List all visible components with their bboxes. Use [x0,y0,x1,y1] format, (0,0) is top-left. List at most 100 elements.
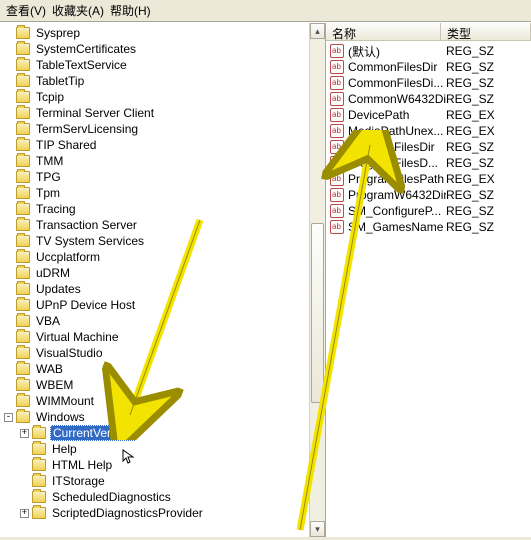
tree-item[interactable]: TPG [4,169,325,185]
value-list-panel: 名称 类型 (默认)REG_SZCommonFilesDirREG_SZComm… [326,23,531,537]
value-row[interactable]: (默认)REG_SZ [326,43,531,59]
string-value-icon [330,220,344,234]
tree-item[interactable]: SystemCertificates [4,41,325,57]
folder-icon [32,491,46,503]
folder-icon [32,427,46,439]
expand-placeholder [4,237,13,246]
tree-item[interactable]: WBEM [4,377,325,393]
value-type: REG_SZ [446,44,494,58]
value-name: ProgramFilesD... [348,156,446,170]
tree-item[interactable]: VBA [4,313,325,329]
value-type: REG_SZ [446,92,494,106]
value-row[interactable]: DevicePathREG_EX [326,107,531,123]
folder-icon [16,379,30,391]
tree-item[interactable]: Help [4,441,325,457]
collapse-icon[interactable]: - [4,413,13,422]
tree-scrollbar[interactable]: ▴ ▾ [309,23,325,537]
tree-item[interactable]: TableTextService [4,57,325,73]
expand-placeholder [4,349,13,358]
tree-item[interactable]: ScheduledDiagnostics [4,489,325,505]
expand-placeholder [4,93,13,102]
value-row[interactable]: CommonFilesDirREG_SZ [326,59,531,75]
value-row[interactable]: ProgramFilesPathREG_EX [326,171,531,187]
scroll-up-button[interactable]: ▴ [310,23,325,39]
tree-item[interactable]: + CurrentVersion [4,425,325,441]
value-row[interactable]: SM_GamesNameREG_SZ [326,219,531,235]
tree-item[interactable]: Updates [4,281,325,297]
expand-placeholder [4,157,13,166]
tree-item-label: TIP Shared [34,137,98,153]
value-row[interactable]: CommonW6432DirREG_SZ [326,91,531,107]
value-type: REG_SZ [446,220,494,234]
tree-item[interactable]: +ScriptedDiagnosticsProvider [4,505,325,521]
expand-placeholder [4,45,13,54]
expand-placeholder [4,109,13,118]
tree-item[interactable]: TV System Services [4,233,325,249]
tree-item[interactable]: ITStorage [4,473,325,489]
expand-icon[interactable]: + [20,509,29,518]
tree-item[interactable]: Sysprep [4,25,325,41]
value-row[interactable]: ProgramFilesD...REG_SZ [326,155,531,171]
folder-icon [16,411,30,423]
value-type: REG_EX [446,108,495,122]
content-area: SysprepSystemCertificatesTableTextServic… [0,22,531,537]
expand-placeholder [4,125,13,134]
expand-placeholder [4,301,13,310]
column-type[interactable]: 类型 [441,23,531,40]
tree-item[interactable]: TMM [4,153,325,169]
value-type: REG_SZ [446,60,494,74]
tree-item[interactable]: WIMMount [4,393,325,409]
menu-view[interactable]: 查看(V) [6,2,46,19]
tree-item[interactable]: WAB [4,361,325,377]
scroll-down-button[interactable]: ▾ [310,521,325,537]
tree-item-label: Tcpip [34,89,66,105]
tree-item-label: Virtual Machine [34,329,121,345]
folder-icon [16,299,30,311]
value-row[interactable]: MediaPathUnex...REG_EX [326,123,531,139]
expand-placeholder [4,317,13,326]
tree-item[interactable]: -Windows [4,409,325,425]
tree-item[interactable]: TermServLicensing [4,121,325,137]
tree-item[interactable]: TIP Shared [4,137,325,153]
tree-item-label: TableTextService [34,57,129,73]
menu-help[interactable]: 帮助(H) [110,2,151,19]
value-type: REG_SZ [446,140,494,154]
tree-item[interactable]: VisualStudio [4,345,325,361]
tree-item[interactable]: Tcpip [4,89,325,105]
folder-icon [16,251,30,263]
value-row[interactable]: ProgramFilesDirREG_SZ [326,139,531,155]
tree-item[interactable]: Terminal Server Client [4,105,325,121]
tree-item[interactable]: Tracing [4,201,325,217]
expand-icon[interactable]: + [20,429,29,438]
value-row[interactable]: CommonFilesDi...REG_SZ [326,75,531,91]
list-header[interactable]: 名称 类型 [326,23,531,41]
menu-favorites[interactable]: 收藏夹(A) [52,2,104,19]
expand-placeholder [4,205,13,214]
scroll-thumb[interactable] [311,223,324,403]
tree-item[interactable]: Virtual Machine [4,329,325,345]
value-row[interactable]: ProgramW6432DirREG_SZ [326,187,531,203]
value-list[interactable]: (默认)REG_SZCommonFilesDirREG_SZCommonFile… [326,41,531,237]
menu-bar: 查看(V) 收藏夹(A) 帮助(H) [0,0,531,22]
value-type: REG_EX [446,172,495,186]
tree-item-label: TPG [34,169,63,185]
tree-item[interactable]: TabletTip [4,73,325,89]
string-value-icon [330,204,344,218]
expand-placeholder [4,381,13,390]
tree-item-label: TabletTip [34,73,86,89]
tree-item-label: TMM [34,153,65,169]
tree-item[interactable]: Tpm [4,185,325,201]
folder-icon [16,315,30,327]
tree-item[interactable]: UPnP Device Host [4,297,325,313]
folder-icon [32,459,46,471]
tree-item[interactable]: Uccplatform [4,249,325,265]
tree-item[interactable]: uDRM [4,265,325,281]
tree-item[interactable]: HTML Help [4,457,325,473]
column-name[interactable]: 名称 [326,23,441,40]
tree-item[interactable]: Transaction Server [4,217,325,233]
value-row[interactable]: SM_ConfigureP...REG_SZ [326,203,531,219]
registry-tree[interactable]: SysprepSystemCertificatesTableTextServic… [0,23,325,523]
string-value-icon [330,124,344,138]
tree-item-label: CurrentVersion [50,425,136,441]
string-value-icon [330,108,344,122]
